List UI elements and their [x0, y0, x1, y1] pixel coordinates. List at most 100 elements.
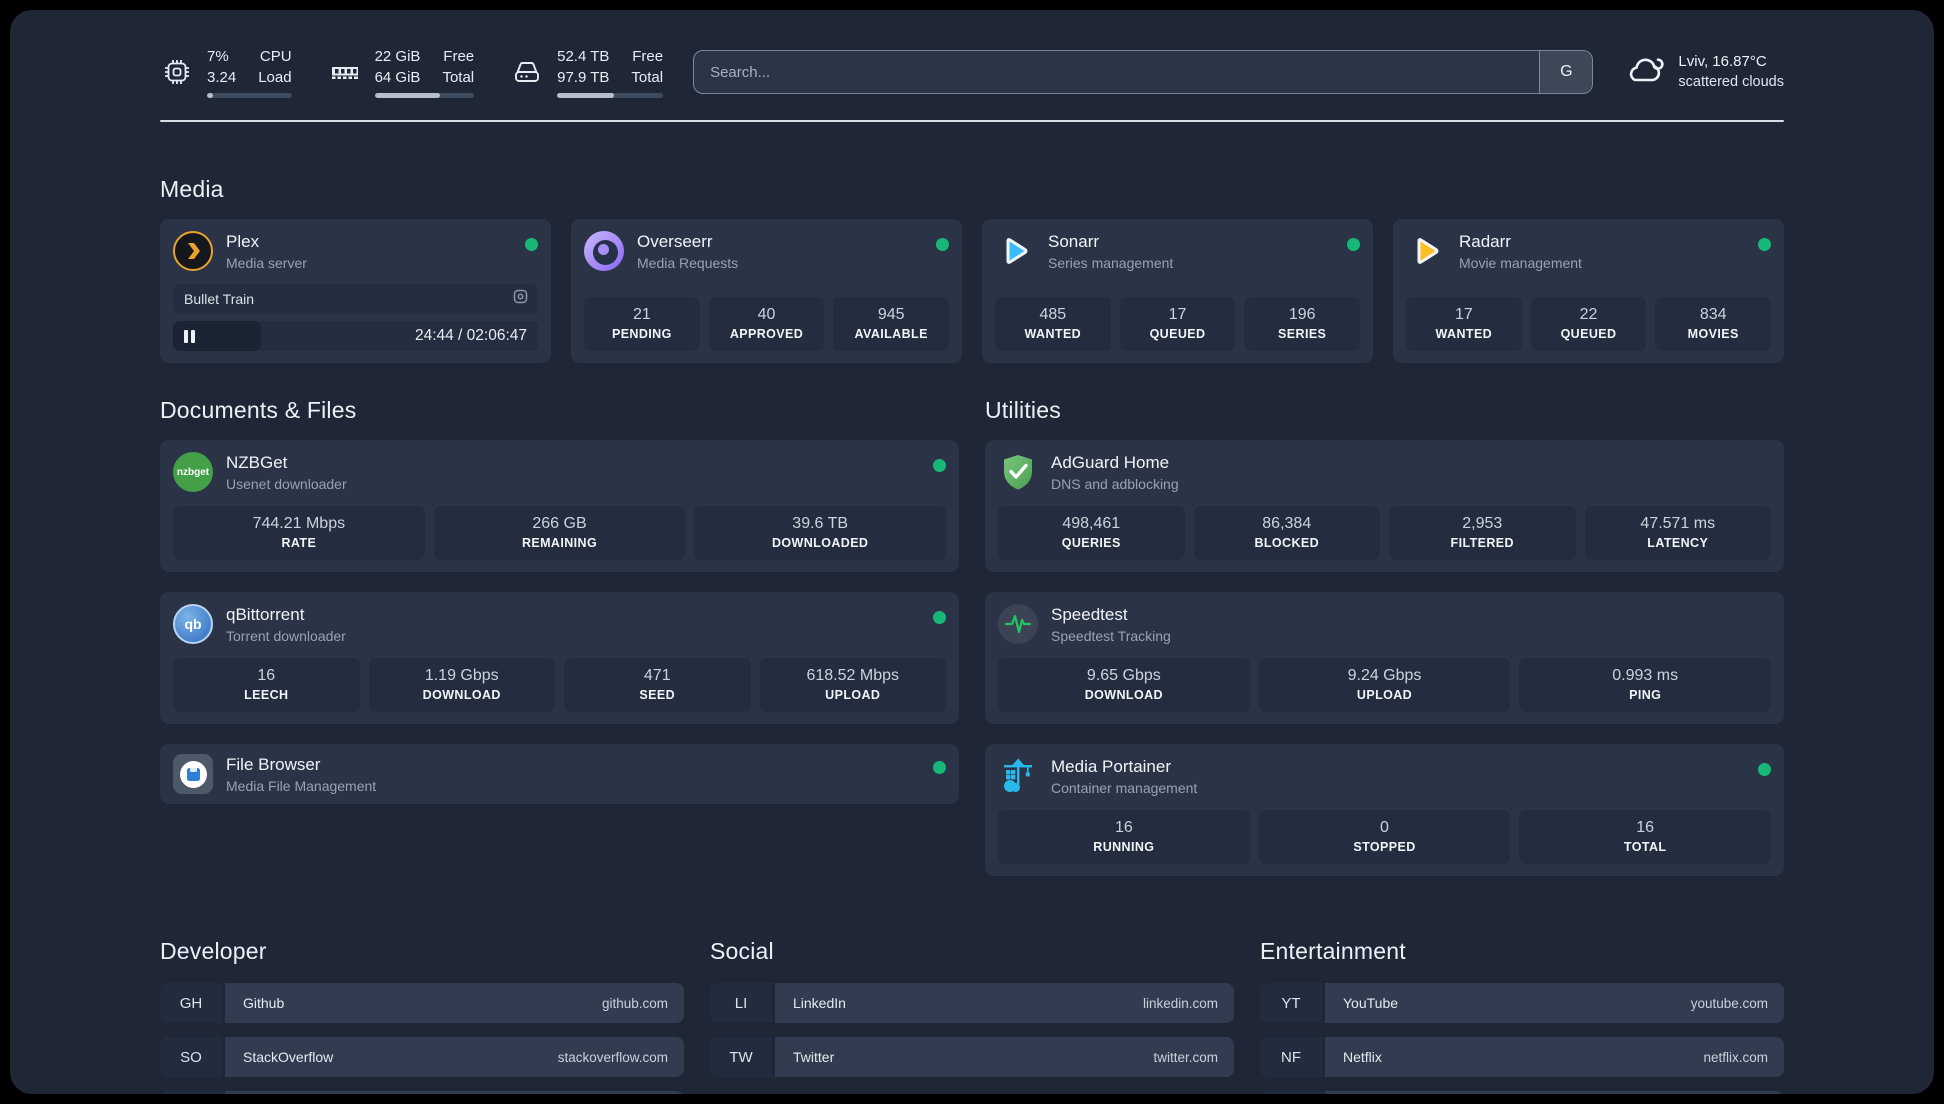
bookmark-url: netflix.com — [1703, 1049, 1768, 1065]
app-card-filebrowser[interactable]: File Browser Media File Management — [160, 744, 959, 804]
resource-monitors: 7% 3.24 CPU Load 22 GiB 64 GiB Free Tota… — [160, 46, 664, 98]
section-title-developer: Developer — [160, 938, 267, 964]
bookmark-twitter[interactable]: TW Twitter twitter.com — [710, 1037, 1234, 1077]
now-playing-row: Bullet Train — [173, 284, 538, 314]
app-name: Plex — [226, 232, 260, 251]
stat-available: 945 AVAILABLE — [833, 297, 950, 351]
cpu-monitor: 7% 3.24 CPU Load — [160, 46, 292, 98]
bookmark-url: linkedin.com — [1142, 995, 1218, 1011]
search-provider-button[interactable]: G — [1539, 51, 1593, 93]
app-card-overseerr[interactable]: Overseerr Media Requests 21 PENDING 40 APP… — [571, 219, 962, 363]
bookmark-name: LinkedIn — [793, 995, 846, 1011]
disk-total-label: Total — [631, 69, 664, 86]
weather-condition: scattered clouds — [1678, 74, 1784, 91]
cpu-load-value: 3.24 — [207, 69, 237, 86]
app-desc: Container management — [1051, 780, 1198, 796]
cpu-progress-bar — [207, 93, 292, 98]
stat-series: 196 SERIES — [1244, 297, 1361, 351]
stat-filtered: 2,953 FILTERED — [1389, 506, 1576, 560]
app-desc: Movie management — [1459, 255, 1582, 271]
pause-icon — [184, 329, 195, 343]
stat-remaining: 266 GB REMAINING — [433, 506, 686, 560]
playback-time: 24:44 / 02:06:47 — [414, 327, 527, 344]
cast-icon[interactable] — [512, 288, 529, 310]
pause-button[interactable] — [173, 321, 261, 351]
status-dot — [1758, 763, 1771, 776]
qbittorrent-icon: qb — [173, 604, 213, 644]
playback-progress-row: 24:44 / 02:06:47 — [173, 321, 538, 351]
bookmark-name: Netflix — [1343, 1049, 1382, 1065]
bookmark-stackoverflow[interactable]: SO StackOverflow stackoverflow.com — [160, 1037, 684, 1077]
memory-free-label: Free — [443, 48, 475, 65]
stat-seed: 471 SEED — [564, 658, 751, 712]
stat-wanted: 17 WANTED — [1406, 297, 1522, 351]
disk-free-value: 52.4 TB — [557, 48, 610, 65]
app-name: Speedtest — [1051, 605, 1128, 624]
memory-progress-bar — [374, 93, 475, 98]
memory-free-value: 22 GiB — [374, 48, 421, 65]
dashboard: 7% 3.24 CPU Load 22 GiB 64 GiB Free Tota… — [10, 10, 1934, 1094]
app-desc: Series management — [1048, 255, 1174, 271]
app-card-speedtest[interactable]: Speedtest Speedtest Tracking 9.65 Gbps DO… — [985, 592, 1784, 724]
speedtest-icon — [998, 604, 1038, 644]
app-card-plex[interactable]: Plex Media server Bullet Train 24:44 / 0… — [160, 219, 551, 363]
memory-monitor: 22 GiB 64 GiB Free Total — [328, 46, 475, 98]
stat-queued: 22 QUEUED — [1530, 297, 1647, 351]
bookmark-reddit[interactable]: RE Redditreddit.com — [1260, 1091, 1784, 1094]
section-title-documents: Documents & Files — [160, 397, 357, 423]
memory-total-label: Total — [442, 69, 475, 86]
cloud-icon — [1623, 52, 1665, 91]
disk-progress-bar — [557, 93, 664, 98]
bookmark-github[interactable]: GH Github github.com — [160, 983, 684, 1023]
status-dot — [933, 611, 946, 624]
app-name: qBittorrent — [226, 605, 305, 624]
app-card-radarr[interactable]: Radarr Movie management 17 WANTED 22 QUEUE… — [1393, 219, 1784, 363]
status-dot — [1758, 238, 1771, 251]
overseerr-icon — [584, 231, 624, 271]
memory-icon — [328, 55, 362, 89]
bookmark-dev[interactable]: DT DEVdev.to — [160, 1091, 684, 1094]
app-desc: Torrent downloader — [226, 628, 346, 644]
stat-approved: 40 APPROVED — [708, 297, 825, 351]
bookmark-youtube[interactable]: YT YouTube youtube.com — [1260, 983, 1784, 1023]
section-title-utilities: Utilities — [985, 397, 1061, 423]
section-title-media: Media — [160, 176, 224, 202]
bookmark-url: stackoverflow.com — [557, 1049, 668, 1065]
stat-leech: 16 LEECH — [173, 658, 360, 712]
stat-downloaded: 39.6 TB DOWNLOADED — [694, 506, 947, 560]
status-dot — [933, 761, 946, 774]
app-card-portainer[interactable]: Media Portainer Container management 16 R… — [985, 744, 1784, 876]
bookmark-netflix[interactable]: NF Netflix netflix.com — [1260, 1037, 1784, 1077]
stat-pending: 21 PENDING — [584, 297, 700, 351]
app-name: AdGuard Home — [1051, 453, 1170, 472]
bookmark-abbr: YT — [1260, 983, 1322, 1023]
bookmark-url: github.com — [601, 995, 668, 1011]
bookmark-abbr: SO — [160, 1037, 222, 1077]
status-dot — [525, 238, 538, 251]
app-card-adguard[interactable]: AdGuard Home DNS and adblocking 498,461 Q… — [985, 440, 1784, 572]
bookmark-abbr: NF — [1260, 1037, 1322, 1077]
app-name: Media Portainer — [1051, 757, 1172, 776]
bookmark-url: twitter.com — [1153, 1049, 1218, 1065]
bookmark-linkedin[interactable]: LI LinkedIn linkedin.com — [710, 983, 1234, 1023]
stat-latency: 47.571 ms LATENCY — [1584, 506, 1771, 560]
app-desc: Media Requests — [637, 255, 739, 271]
app-card-nzbget[interactable]: nzbget NZBGet Usenet downloader 744.21 M… — [160, 440, 959, 572]
status-dot — [936, 238, 949, 251]
bookmark-name: StackOverflow — [243, 1049, 334, 1065]
app-name: NZBGet — [226, 453, 288, 472]
weather-location-temp: Lviv, 16.87°C — [1678, 53, 1767, 71]
bookmark-abbr: RE — [1260, 1091, 1322, 1094]
status-dot — [933, 459, 946, 472]
search-input[interactable] — [694, 51, 1540, 93]
stat-queries: 498,461 QUERIES — [998, 506, 1185, 560]
memory-total-value: 64 GiB — [374, 69, 421, 86]
portainer-icon — [998, 756, 1038, 796]
app-name: File Browser — [226, 755, 321, 774]
adguard-icon — [998, 452, 1038, 492]
app-card-qbittorrent[interactable]: qb qBittorrent Torrent downloader 16 LEEC… — [160, 592, 959, 724]
bookmark-abbr: TW — [710, 1037, 772, 1077]
app-card-sonarr[interactable]: Sonarr Series management 485 WANTED 17 QUE… — [982, 219, 1373, 363]
section-title-social: Social — [710, 938, 774, 964]
disk-icon — [510, 55, 544, 89]
